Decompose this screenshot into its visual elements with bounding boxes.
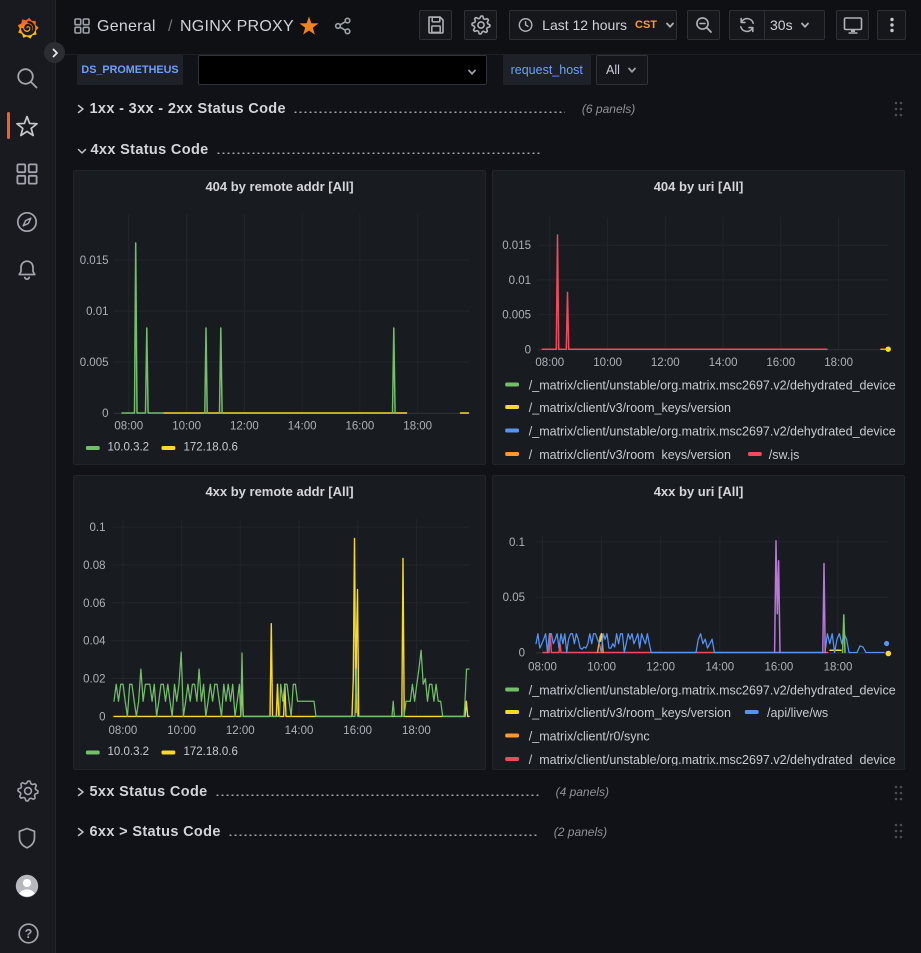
svg-text:/sw.js: /sw.js <box>769 448 800 462</box>
svg-text:4xx by uri [All]: 4xx by uri [All] <box>654 484 744 499</box>
svg-text:10:00: 10:00 <box>167 725 196 737</box>
svg-text:0: 0 <box>519 648 525 660</box>
svg-text:10:00: 10:00 <box>172 421 201 433</box>
svg-text:0.05: 0.05 <box>503 592 525 604</box>
svg-text:0.1: 0.1 <box>89 522 105 534</box>
svg-text:172.18.0.6: 172.18.0.6 <box>183 442 237 454</box>
svg-text:/_matrix/client/v3/room_keys/v: /_matrix/client/v3/room_keys/version <box>529 448 731 462</box>
svg-text:18:00: 18:00 <box>402 725 431 737</box>
svg-text:16:00: 16:00 <box>343 725 372 737</box>
svg-text:0: 0 <box>102 408 108 420</box>
svg-text:0.06: 0.06 <box>83 598 105 610</box>
svg-text:08:00: 08:00 <box>114 421 143 433</box>
svg-text:08:00: 08:00 <box>528 662 557 674</box>
svg-text:12:00: 12:00 <box>646 662 675 674</box>
svg-text:10.0.3.2: 10.0.3.2 <box>107 442 149 454</box>
svg-text:10:00: 10:00 <box>593 357 622 369</box>
svg-text:/_matrix/client/unstable/org.m: /_matrix/client/unstable/org.matrix.msc2… <box>529 379 896 393</box>
svg-text:4xx by remote addr [All]: 4xx by remote addr [All] <box>205 484 353 499</box>
svg-text:16:00: 16:00 <box>345 421 374 433</box>
svg-text:14:00: 14:00 <box>287 421 316 433</box>
svg-text:18:00: 18:00 <box>824 662 853 674</box>
svg-text:0: 0 <box>525 344 531 356</box>
svg-text:0.005: 0.005 <box>79 357 108 369</box>
svg-text:/_matrix/client/v3/room_keys/v: /_matrix/client/v3/room_keys/version <box>529 401 731 415</box>
svg-text:/_matrix/client/v3/room_keys/v: /_matrix/client/v3/room_keys/version <box>529 706 731 720</box>
svg-text:0.015: 0.015 <box>502 240 531 252</box>
svg-text:08:00: 08:00 <box>108 725 137 737</box>
svg-text:172.18.0.6: 172.18.0.6 <box>183 746 237 758</box>
svg-text:/_matrix/client/unstable/org.m: /_matrix/client/unstable/org.matrix.msc2… <box>529 684 896 698</box>
svg-text:0.01: 0.01 <box>86 306 108 318</box>
svg-text:/_matrix/client/r0/sync: /_matrix/client/r0/sync <box>529 730 650 744</box>
svg-text:12:00: 12:00 <box>225 725 254 737</box>
svg-text:404 by remote addr [All]: 404 by remote addr [All] <box>205 179 353 194</box>
svg-text:12:00: 12:00 <box>651 357 680 369</box>
svg-text:?: ? <box>24 927 32 941</box>
svg-text:14:00: 14:00 <box>705 662 734 674</box>
svg-text:14:00: 14:00 <box>709 357 738 369</box>
svg-text:18:00: 18:00 <box>824 357 853 369</box>
svg-text:0.015: 0.015 <box>79 255 108 267</box>
svg-text:0.01: 0.01 <box>509 275 531 287</box>
svg-text:14:00: 14:00 <box>284 725 313 737</box>
svg-text:0.005: 0.005 <box>502 310 531 322</box>
svg-text:/_matrix/client/unstable/org.m: /_matrix/client/unstable/org.matrix.msc2… <box>529 753 896 767</box>
svg-text:16:00: 16:00 <box>765 662 794 674</box>
svg-text:0.04: 0.04 <box>83 636 106 648</box>
svg-text:16:00: 16:00 <box>766 357 795 369</box>
svg-text:12:00: 12:00 <box>230 421 259 433</box>
svg-text:404 by uri [All]: 404 by uri [All] <box>654 179 744 194</box>
svg-text:0.02: 0.02 <box>83 674 105 686</box>
svg-text:10.0.3.2: 10.0.3.2 <box>107 746 149 758</box>
svg-text:/_matrix/client/unstable/org.m: /_matrix/client/unstable/org.matrix.msc2… <box>529 425 896 439</box>
svg-text:0.1: 0.1 <box>509 537 525 549</box>
svg-text:/api/live/ws: /api/live/ws <box>767 706 828 720</box>
svg-text:08:00: 08:00 <box>535 357 564 369</box>
svg-text:10:00: 10:00 <box>587 662 616 674</box>
svg-text:0: 0 <box>99 711 105 723</box>
svg-text:0.08: 0.08 <box>83 560 105 572</box>
svg-text:18:00: 18:00 <box>403 421 432 433</box>
